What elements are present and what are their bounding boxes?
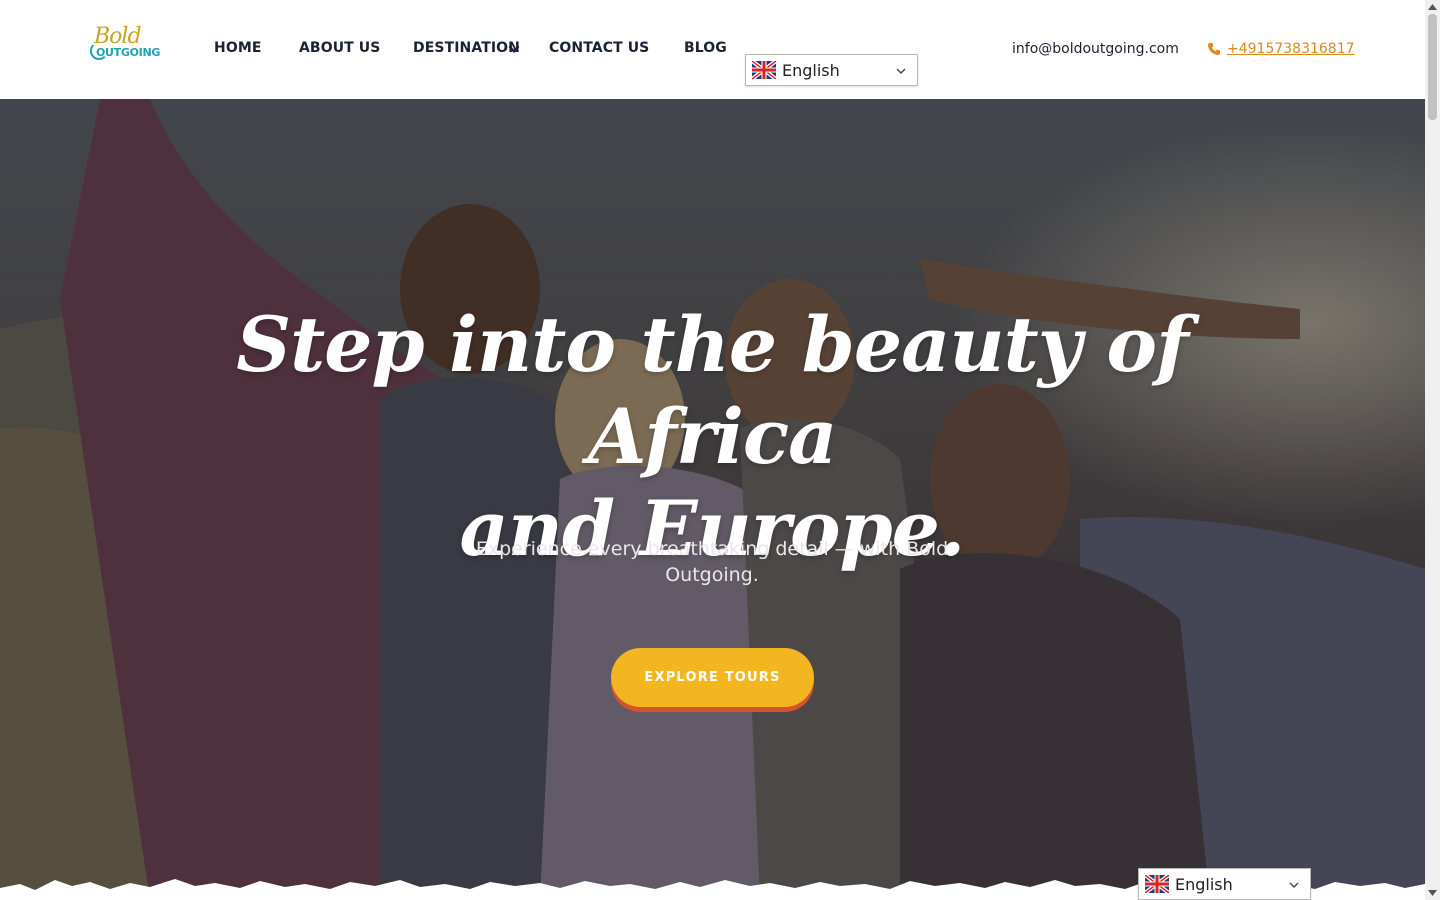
site-logo[interactable]: Bold OUTGOING [90,24,164,66]
explore-tours-label: EXPLORE TOURS [644,670,781,685]
contact-email[interactable]: info@boldoutgoing.com [1012,41,1179,57]
nav-home[interactable]: HOME [214,40,262,56]
uk-flag-icon [752,61,776,79]
hero-section: Step into the beauty of Africa and Europ… [0,99,1425,900]
uk-flag-icon [1145,875,1169,893]
logo-text-bottom: OUTGOING [96,46,161,59]
page-scrollbar[interactable] [1425,0,1440,900]
language-select[interactable]: English [745,54,918,86]
hero-title: Step into the beauty of Africa and Europ… [162,299,1262,575]
chevron-down-icon [896,68,906,74]
language-label: English [782,60,840,80]
hero-title-line-1: Step into the beauty of Africa [236,300,1189,481]
site-header: Bold OUTGOING HOME ABOUT US DESTINATION … [0,0,1425,99]
scrollbar-thumb[interactable] [1428,14,1437,120]
scroll-down-arrow-icon[interactable] [1428,890,1437,896]
contact-phone-link[interactable]: +4915738316817 [1227,41,1355,57]
nav-about-us[interactable]: ABOUT US [299,40,380,56]
nav-destination[interactable]: DESTINATION [413,40,520,56]
nav-contact-us[interactable]: CONTACT US [549,40,649,56]
floating-language-select[interactable]: English [1138,868,1311,900]
hero-subtitle: Experience every breathtaking detail — w… [475,538,949,586]
nav-blog[interactable]: BLOG [684,40,727,56]
chevron-down-icon [1289,882,1299,888]
explore-tours-button[interactable]: EXPLORE TOURS [611,648,814,707]
phone-icon [1208,43,1220,55]
language-label: English [1175,874,1233,894]
chevron-down-icon[interactable] [508,43,520,55]
scroll-up-arrow-icon[interactable] [1428,4,1437,10]
